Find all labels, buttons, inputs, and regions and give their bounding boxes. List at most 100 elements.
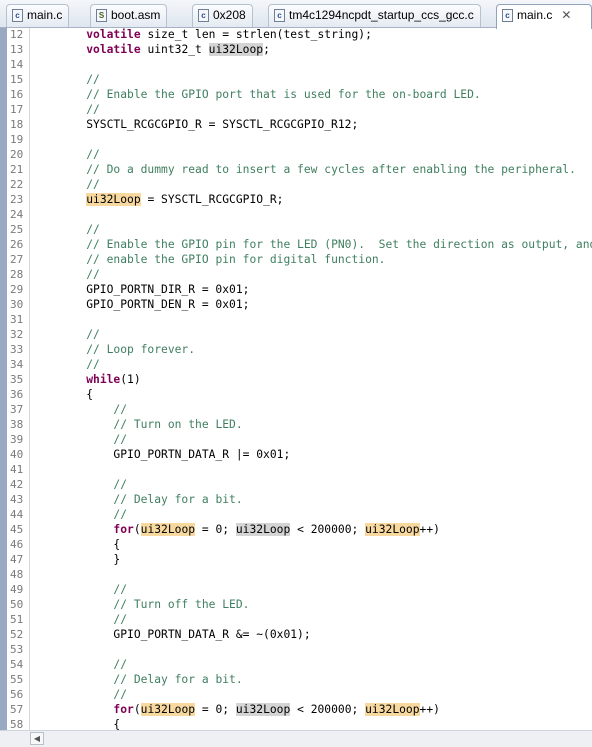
line-number: 28	[10, 268, 24, 281]
code-text: // Do a dummy read to insert a few cycle…	[59, 162, 576, 177]
tab-main-c-active[interactable]: c main.c ✕	[496, 4, 592, 29]
code-line: 34 //	[0, 357, 592, 372]
line-number: 12	[10, 28, 24, 41]
line-number: 16	[10, 88, 24, 101]
line-number: 34	[10, 358, 24, 371]
code-text: //	[59, 72, 100, 87]
line-number: 24	[10, 208, 24, 221]
comment-token: //	[86, 103, 100, 116]
code-line: 23 ui32Loop = SYSCTL_RCGCGPIO_R;	[0, 192, 592, 207]
comment-token: //	[113, 403, 128, 416]
line-number: 27	[10, 253, 24, 266]
code-token: < 200000;	[290, 703, 366, 716]
comment-token: // Loop forever.	[86, 343, 196, 356]
code-token: = SYSCTL_RCGCGPIO_R;	[140, 193, 284, 206]
code-line: 15 //	[0, 72, 592, 87]
comment-token: //	[86, 358, 100, 371]
code-line: 43 // Delay for a bit.	[0, 492, 592, 507]
code-token: = 0;	[195, 523, 236, 536]
tab-label: main.c	[27, 8, 63, 22]
comment-token: //	[113, 583, 128, 596]
line-number: 53	[10, 643, 24, 656]
line-number: 22	[10, 178, 24, 191]
keyword-token: volatile	[86, 28, 141, 41]
comment-token: //	[86, 178, 100, 191]
tab-startup-file[interactable]: c tm4c1294ncpdt_startup_ccs_gcc.c	[268, 4, 481, 27]
code-line: 40 GPIO_PORTN_DATA_R |= 0x01;	[0, 447, 592, 462]
code-text: GPIO_PORTN_DEN_R = 0x01;	[59, 297, 249, 312]
tab-0x208[interactable]: c 0x208	[192, 4, 253, 27]
line-number: 50	[10, 598, 24, 611]
line-number: 39	[10, 433, 24, 446]
code-line: 20 //	[0, 147, 592, 162]
code-text: for(ui32Loop = 0; ui32Loop < 200000; ui3…	[59, 702, 440, 717]
code-line: 45 for(ui32Loop = 0; ui32Loop < 200000; …	[0, 522, 592, 537]
code-line: 37 //	[0, 402, 592, 417]
scroll-left-arrow-icon[interactable]: ◀	[30, 732, 44, 745]
code-editor[interactable]: 12 volatile size_t len = strlen(test_str…	[0, 28, 592, 730]
code-token: GPIO_PORTN_DEN_R = 0x01;	[59, 298, 250, 311]
code-line: 19	[0, 132, 592, 147]
code-line: 16 // Enable the GPIO port that is used …	[0, 87, 592, 102]
code-text: //	[59, 147, 100, 162]
line-number: 32	[10, 328, 24, 341]
code-line: 58 {	[0, 717, 592, 730]
code-text: //	[59, 402, 127, 417]
code-line: 30 GPIO_PORTN_DEN_R = 0x01;	[0, 297, 592, 312]
code-line: 54 //	[0, 657, 592, 672]
code-token: {	[59, 718, 121, 730]
tab-boot-asm[interactable]: S boot.asm	[90, 4, 168, 27]
code-text: GPIO_PORTN_DIR_R = 0x01;	[59, 282, 249, 297]
comment-token: //	[86, 328, 100, 341]
horizontal-scrollbar[interactable]: ◀	[0, 730, 592, 747]
line-number: 31	[10, 313, 24, 326]
close-icon[interactable]: ✕	[561, 8, 571, 22]
keyword-token: for	[113, 523, 134, 536]
keyword-token: for	[113, 703, 134, 716]
line-number: 21	[10, 163, 24, 176]
code-text: ui32Loop = SYSCTL_RCGCGPIO_R;	[59, 192, 283, 207]
editor-tab-bar: c main.c S boot.asm c 0x208 c tm4c1294nc…	[0, 0, 592, 29]
code-line: 39 //	[0, 432, 592, 447]
c-file-icon: c	[12, 9, 23, 22]
identifier-occurrence: ui32Loop	[208, 43, 264, 56]
c-file-icon: c	[274, 9, 285, 22]
code-text: //	[59, 657, 127, 672]
identifier-occurrence: ui32Loop	[86, 193, 141, 206]
line-number: 38	[10, 418, 24, 431]
code-line: 46 {	[0, 537, 592, 552]
line-number: 41	[10, 463, 24, 476]
line-number: 56	[10, 688, 24, 701]
c-file-icon: c	[198, 9, 209, 22]
code-line: 12 volatile size_t len = strlen(test_str…	[0, 28, 592, 42]
comment-token: // Turn off the LED.	[113, 598, 250, 611]
tab-main-c[interactable]: c main.c	[6, 4, 70, 27]
comment-token: //	[113, 478, 128, 491]
code-token: (	[133, 703, 141, 716]
code-text: //	[59, 177, 100, 192]
code-line: 52 GPIO_PORTN_DATA_R &= ~(0x01);	[0, 627, 592, 642]
code-token: = 0;	[195, 703, 236, 716]
line-number: 49	[10, 583, 24, 596]
code-line: 36 {	[0, 387, 592, 402]
comment-token: //	[86, 73, 100, 86]
line-number: 48	[10, 568, 24, 581]
code-line: 24	[0, 207, 592, 222]
line-number: 15	[10, 73, 24, 86]
code-token: GPIO_PORTN_DATA_R &= ~(0x01);	[59, 628, 311, 641]
code-text: // Enable the GPIO port that is used for…	[59, 87, 480, 102]
